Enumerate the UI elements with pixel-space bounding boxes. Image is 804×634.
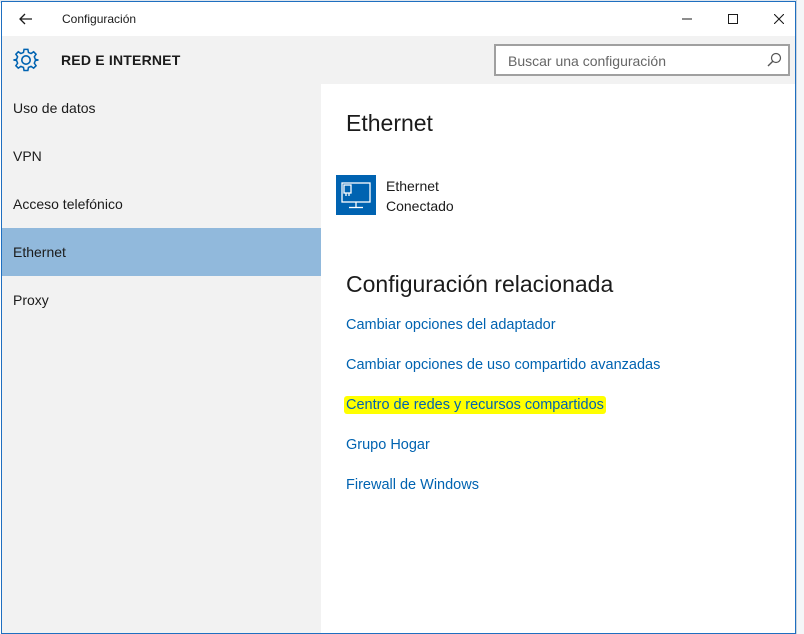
minimize-button[interactable] bbox=[664, 2, 710, 36]
link-network-sharing-center[interactable]: Centro de redes y recursos compartidos bbox=[344, 396, 606, 414]
related-settings-title: Configuración relacionada bbox=[346, 271, 614, 297]
sidebar-item-label: Proxy bbox=[13, 292, 49, 308]
search-input[interactable] bbox=[506, 51, 756, 71]
window-title: Configuración bbox=[62, 12, 137, 26]
background-window-edge-right bbox=[796, 0, 804, 634]
sidebar-item-acceso-telefonico[interactable]: Acceso telefónico bbox=[2, 180, 321, 228]
settings-header: RED E INTERNET bbox=[2, 36, 795, 84]
page-title: Ethernet bbox=[346, 110, 433, 136]
sidebar-item-proxy[interactable]: Proxy bbox=[2, 276, 321, 324]
connection-name[interactable]: Ethernet bbox=[386, 178, 439, 194]
main-content: Ethernet Ethernet Conectado Configuració… bbox=[321, 84, 795, 633]
maximize-icon bbox=[728, 14, 738, 24]
link-windows-firewall[interactable]: Firewall de Windows bbox=[346, 477, 479, 493]
connection-status: Conectado bbox=[386, 198, 454, 214]
ethernet-connection-tile[interactable] bbox=[336, 175, 376, 215]
back-arrow-icon bbox=[19, 13, 32, 25]
ethernet-monitor-icon bbox=[341, 182, 371, 209]
back-button[interactable] bbox=[10, 6, 42, 32]
sidebar-item-uso-de-datos[interactable]: Uso de datos bbox=[2, 84, 321, 132]
sidebar: Uso de datos VPN Acceso telefónico Ether… bbox=[2, 84, 321, 633]
gear-icon bbox=[13, 48, 39, 72]
section-title: RED E INTERNET bbox=[61, 52, 181, 68]
sidebar-item-label: Acceso telefónico bbox=[13, 196, 123, 212]
sidebar-item-label: VPN bbox=[13, 148, 42, 164]
settings-window: Configuración RED E INTERNET Buscar una … bbox=[1, 1, 796, 634]
maximize-button[interactable] bbox=[710, 2, 756, 36]
minimize-icon bbox=[682, 18, 692, 20]
title-bar: Configuración bbox=[2, 2, 795, 36]
link-advanced-sharing[interactable]: Cambiar opciones de uso compartido avanz… bbox=[346, 357, 660, 373]
search-icon[interactable] bbox=[766, 52, 782, 68]
search-box[interactable] bbox=[494, 44, 790, 76]
close-icon bbox=[774, 14, 784, 24]
link-adapter-options[interactable]: Cambiar opciones del adaptador bbox=[346, 317, 556, 333]
sidebar-item-vpn[interactable]: VPN bbox=[2, 132, 321, 180]
sidebar-item-ethernet[interactable]: Ethernet bbox=[2, 228, 321, 276]
sidebar-item-label: Uso de datos bbox=[13, 100, 96, 116]
link-homegroup[interactable]: Grupo Hogar bbox=[346, 437, 430, 453]
close-button[interactable] bbox=[756, 2, 795, 36]
sidebar-item-label: Ethernet bbox=[13, 244, 66, 260]
